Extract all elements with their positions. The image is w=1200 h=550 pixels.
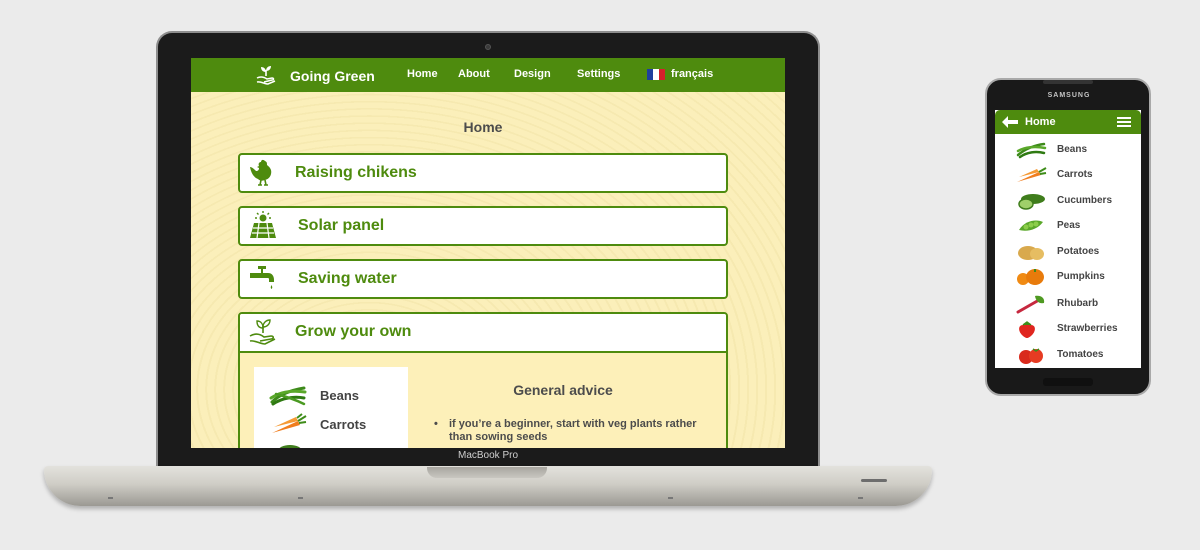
- phone-item-label: Potatoes: [1057, 246, 1100, 257]
- cucumber-icon: [1018, 194, 1045, 210]
- laptop-foot: [668, 497, 673, 499]
- seedling-hand-logo-icon: [256, 66, 276, 85]
- french-flag-icon[interactable]: [647, 69, 665, 80]
- laptop-led: [861, 479, 887, 482]
- nav-link-design[interactable]: Design: [514, 68, 551, 80]
- phone-list-item-peas[interactable]: Peas: [1015, 216, 1135, 238]
- laptop-foot: [108, 497, 113, 499]
- phone-brand-label: SAMSUNG: [1047, 92, 1091, 99]
- strawberry-icon: [1019, 321, 1035, 338]
- laptop-foot: [858, 497, 863, 499]
- card-title: Solar panel: [298, 217, 385, 234]
- vegetable-list: Beans Carrots: [254, 367, 408, 448]
- nav-link-settings[interactable]: Settings: [577, 68, 620, 80]
- beans-icon: [269, 386, 307, 406]
- phone-list-item-tomatoes[interactable]: Tomatoes: [1015, 345, 1135, 367]
- site-title[interactable]: Going Green: [290, 68, 375, 84]
- laptop-foot: [298, 497, 303, 499]
- card-title: Raising chikens: [295, 164, 417, 181]
- list-item-carrots[interactable]: Carrots: [268, 413, 408, 437]
- phone-list-item-potatoes[interactable]: Potatoes: [1015, 242, 1135, 264]
- phone-item-label: Tomatoes: [1057, 349, 1104, 360]
- nav-link-home[interactable]: Home: [407, 68, 438, 80]
- back-arrow-icon[interactable]: [1002, 116, 1018, 128]
- phone-chin: [1043, 378, 1093, 386]
- phone-list-item-pumpkins[interactable]: Pumpkins: [1015, 267, 1135, 289]
- phone-list-item-carrots[interactable]: Carrots: [1015, 165, 1135, 187]
- list-item-beans[interactable]: Beans: [268, 384, 408, 408]
- page-title: Home: [463, 119, 503, 135]
- rhubarb-icon: [1016, 295, 1045, 314]
- peas-icon: [1019, 220, 1043, 231]
- nav-link-about[interactable]: About: [458, 68, 490, 80]
- phone-list-item-cucumbers[interactable]: Cucumbers: [1015, 191, 1135, 213]
- phone-item-label: Peas: [1057, 220, 1081, 231]
- tap-icon: [250, 266, 274, 289]
- phone-item-label: Rhubarb: [1057, 298, 1099, 309]
- solar-panel-icon: [250, 211, 276, 239]
- potato-icon: [1018, 246, 1044, 260]
- laptop-brand-label: MacBook Pro: [457, 450, 519, 461]
- phone-header: Home: [995, 110, 1141, 134]
- phone-item-label: Beans: [1057, 144, 1088, 155]
- advice-list: if you’re a beginner, start with veg pla…: [434, 418, 704, 444]
- card-title: Grow your own: [295, 323, 412, 340]
- pumpkin-icon: [1017, 269, 1044, 285]
- phone-item-label: Carrots: [1057, 169, 1093, 180]
- phone-item-label: Pumpkins: [1057, 271, 1105, 282]
- card-grow-your-own: Grow your own Beans Carrots General advi…: [238, 312, 728, 448]
- phone-item-label: Cucumbers: [1057, 195, 1113, 206]
- carrot-icon: [1017, 167, 1047, 182]
- list-item-cucumbers-partial[interactable]: [268, 443, 408, 448]
- phone-item-label: Strawberries: [1057, 323, 1118, 334]
- tomato-icon: [1019, 348, 1043, 364]
- phone-list-item-beans[interactable]: Beans: [1015, 140, 1135, 162]
- card-solar-panel[interactable]: Solar panel: [238, 206, 728, 246]
- beans-icon: [1016, 142, 1047, 159]
- carrot-icon: [272, 413, 307, 433]
- advice-item: if you’re a beginner, start with veg pla…: [434, 418, 704, 444]
- card-raising-chickens[interactable]: Raising chikens: [238, 153, 728, 193]
- phone-screen: Home Beans Carrots Cucumbers Peas Potato…: [995, 110, 1141, 368]
- vegetable-label: Carrots: [320, 417, 367, 432]
- card-saving-water[interactable]: Saving water: [238, 259, 728, 299]
- top-navigation: Going Green Home About Design Settings f…: [191, 58, 785, 92]
- laptop-notch: [427, 467, 547, 478]
- language-switch[interactable]: français: [671, 68, 713, 80]
- hamburger-menu-icon[interactable]: [1117, 117, 1131, 128]
- cucumber-icon: [279, 445, 301, 448]
- phone-list-item-rhubarb[interactable]: Rhubarb: [1015, 294, 1135, 316]
- vegetable-label: Beans: [320, 388, 360, 403]
- camera-icon: [485, 44, 491, 50]
- chicken-icon: [250, 159, 272, 186]
- seedling-hand-icon: [249, 319, 276, 345]
- phone-header-title: Home: [1025, 116, 1056, 128]
- laptop-screen: Going Green Home About Design Settings f…: [191, 58, 785, 448]
- phone-speaker: [1043, 80, 1093, 84]
- card-header-grow-your-own[interactable]: Grow your own: [240, 314, 726, 353]
- phone-list-item-strawberries[interactable]: Strawberries: [1015, 319, 1135, 341]
- advice-title: General advice: [513, 382, 613, 398]
- card-title: Saving water: [298, 270, 397, 287]
